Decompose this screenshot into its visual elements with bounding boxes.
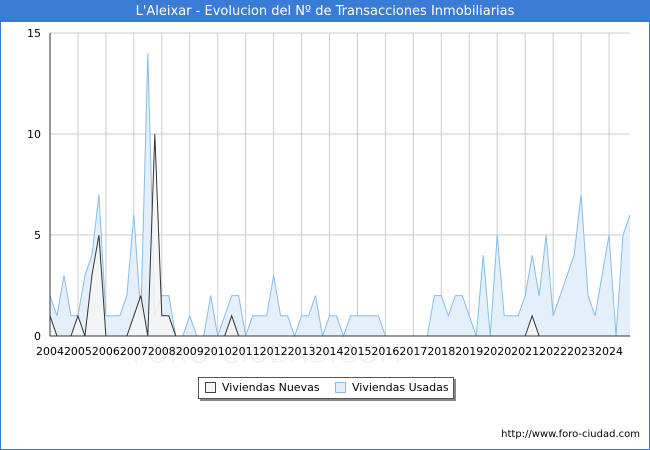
y-tick-label: 10 xyxy=(27,128,41,141)
source-url: http://www.foro-ciudad.com xyxy=(501,429,640,440)
y-tick-label: 5 xyxy=(34,229,41,242)
y-tick-label: 0 xyxy=(34,330,41,343)
x-tick-label: 2023 xyxy=(567,345,595,358)
x-tick-label: 2017 xyxy=(399,345,427,358)
x-tick-label: 2006 xyxy=(92,345,120,358)
x-tick-label: 2005 xyxy=(64,345,92,358)
x-tick-label: 2018 xyxy=(427,345,455,358)
legend-item-usadas: Viviendas Usadas xyxy=(335,381,449,394)
watermark-text: FORO-CIUDAD.COM xyxy=(132,340,403,370)
x-tick-label: 2019 xyxy=(455,345,483,358)
legend-label-usadas: Viviendas Usadas xyxy=(352,381,449,394)
legend-swatch-usadas xyxy=(335,382,346,393)
x-tick-label: 2020 xyxy=(483,345,511,358)
legend-item-nuevas: Viviendas Nuevas xyxy=(205,381,320,394)
legend-label-nuevas: Viviendas Nuevas xyxy=(222,381,320,394)
x-tick-label: 2004 xyxy=(36,345,64,358)
x-tick-label: 2021 xyxy=(511,345,539,358)
chart-legend: Viviendas Nuevas Viviendas Usadas xyxy=(198,377,454,399)
x-tick-label: 2022 xyxy=(539,345,567,358)
x-tick-label: 2024 xyxy=(595,345,623,358)
y-tick-label: 15 xyxy=(27,27,41,40)
legend-swatch-nuevas xyxy=(205,382,216,393)
